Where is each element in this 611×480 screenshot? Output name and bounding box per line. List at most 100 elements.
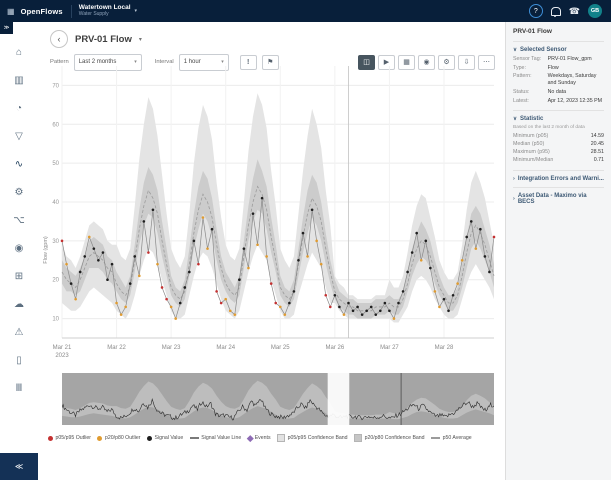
data-point[interactable] bbox=[438, 306, 441, 309]
data-point[interactable] bbox=[434, 290, 437, 293]
sidebar-item-monitoring[interactable]: ◉ bbox=[0, 234, 38, 262]
data-point[interactable] bbox=[334, 294, 337, 297]
data-point[interactable] bbox=[315, 240, 318, 243]
data-point[interactable] bbox=[252, 212, 255, 215]
org-selector[interactable]: Watertown Local Water Supply bbox=[79, 5, 131, 17]
data-point[interactable] bbox=[74, 298, 77, 301]
back-button[interactable]: ‹ bbox=[50, 30, 68, 48]
data-point[interactable] bbox=[83, 255, 86, 258]
data-point[interactable] bbox=[447, 310, 450, 313]
data-point[interactable] bbox=[197, 263, 200, 266]
data-point[interactable] bbox=[138, 275, 141, 278]
data-point[interactable] bbox=[65, 263, 68, 266]
sidebar-item-alerts[interactable]: ⚠ bbox=[0, 318, 38, 346]
data-point[interactable] bbox=[365, 310, 368, 313]
data-point[interactable] bbox=[443, 298, 446, 301]
data-point[interactable] bbox=[229, 310, 232, 313]
sidebar-item-tools[interactable]: ⚙ bbox=[0, 178, 38, 206]
data-point[interactable] bbox=[133, 255, 136, 258]
data-point[interactable] bbox=[324, 294, 327, 297]
data-point[interactable] bbox=[215, 290, 218, 293]
data-point[interactable] bbox=[356, 306, 359, 309]
data-point[interactable] bbox=[415, 232, 418, 235]
data-point[interactable] bbox=[475, 247, 478, 250]
section-selected-sensor[interactable]: ∨ Selected Sensor bbox=[513, 47, 604, 53]
data-point[interactable] bbox=[397, 302, 400, 305]
sidebar-collapse-button[interactable]: ≪ bbox=[0, 453, 38, 480]
trend-chart[interactable]: 10203040506070Mar 212023Mar 22Mar 23Mar … bbox=[44, 56, 500, 373]
section-asset-data[interactable]: › Asset Data - Maximo via BECS bbox=[513, 193, 604, 205]
data-point[interactable] bbox=[106, 278, 109, 281]
data-point[interactable] bbox=[384, 302, 387, 305]
sidebar-item-home[interactable]: ⌂ bbox=[0, 38, 38, 66]
data-point[interactable] bbox=[465, 236, 468, 239]
sidebar-item-dashboards[interactable]: ▥ bbox=[0, 66, 38, 94]
data-point[interactable] bbox=[79, 271, 82, 274]
data-point[interactable] bbox=[352, 310, 355, 313]
data-point[interactable] bbox=[143, 220, 146, 223]
data-point[interactable] bbox=[379, 310, 382, 313]
sidebar-item-cloud-services[interactable]: ☁ bbox=[0, 290, 38, 318]
data-point[interactable] bbox=[452, 294, 455, 297]
data-point[interactable] bbox=[247, 267, 250, 270]
data-point[interactable] bbox=[124, 306, 127, 309]
data-point[interactable] bbox=[420, 259, 423, 262]
org-caret-icon[interactable]: ▾ bbox=[135, 8, 138, 14]
app-launcher-icon[interactable]: ▦ bbox=[7, 7, 15, 16]
data-point[interactable] bbox=[493, 236, 496, 239]
data-point[interactable] bbox=[202, 216, 205, 219]
sidebar-expand-button[interactable]: ≫ bbox=[0, 22, 13, 34]
data-point[interactable] bbox=[456, 282, 459, 285]
data-point[interactable] bbox=[261, 197, 264, 200]
data-point[interactable] bbox=[293, 290, 296, 293]
sidebar-item-assets[interactable]: ▯ bbox=[0, 346, 38, 374]
legend-item[interactable]: p05/p95 Confidence Band bbox=[277, 434, 348, 442]
data-point[interactable] bbox=[120, 313, 123, 316]
legend-item[interactable]: p50 Average bbox=[431, 435, 472, 441]
data-point[interactable] bbox=[220, 302, 223, 305]
data-point[interactable] bbox=[129, 282, 132, 285]
legend-item[interactable]: p05/p95 Outlier bbox=[48, 435, 91, 441]
title-caret-icon[interactable]: ▾ bbox=[139, 36, 142, 43]
data-point[interactable] bbox=[170, 306, 173, 309]
support-phone-icon[interactable]: ☎ bbox=[569, 7, 580, 16]
sidebar-item-facilities[interactable]: Ⅲ bbox=[0, 374, 38, 402]
data-point[interactable] bbox=[484, 255, 487, 258]
data-point[interactable] bbox=[284, 313, 287, 316]
data-point[interactable] bbox=[306, 255, 309, 258]
data-point[interactable] bbox=[370, 306, 373, 309]
legend-item[interactable]: Signal Value Line bbox=[190, 435, 242, 441]
data-point[interactable] bbox=[88, 236, 91, 239]
data-point[interactable] bbox=[338, 306, 341, 309]
data-point[interactable] bbox=[329, 306, 332, 309]
data-point[interactable] bbox=[429, 267, 432, 270]
data-point[interactable] bbox=[288, 302, 291, 305]
data-point[interactable] bbox=[265, 255, 268, 258]
data-point[interactable] bbox=[406, 271, 409, 274]
data-point[interactable] bbox=[279, 306, 282, 309]
legend-item[interactable]: Signal Value bbox=[147, 435, 183, 441]
data-point[interactable] bbox=[211, 228, 214, 231]
data-point[interactable] bbox=[424, 240, 427, 243]
data-point[interactable] bbox=[156, 263, 159, 266]
data-point[interactable] bbox=[374, 313, 377, 316]
data-point[interactable] bbox=[411, 251, 414, 254]
data-point[interactable] bbox=[224, 298, 227, 301]
data-point[interactable] bbox=[461, 259, 464, 262]
data-point[interactable] bbox=[165, 298, 168, 301]
data-point[interactable] bbox=[243, 247, 246, 250]
data-point[interactable] bbox=[61, 240, 64, 243]
data-point[interactable] bbox=[274, 302, 277, 305]
data-point[interactable] bbox=[270, 282, 273, 285]
data-point[interactable] bbox=[234, 313, 237, 316]
data-point[interactable] bbox=[361, 313, 364, 316]
sidebar-item-gauges[interactable]: ◔ bbox=[0, 94, 38, 122]
data-point[interactable] bbox=[479, 228, 482, 231]
sidebar-item-data-tables[interactable]: ⊞ bbox=[0, 262, 38, 290]
data-point[interactable] bbox=[488, 271, 491, 274]
data-point[interactable] bbox=[183, 286, 186, 289]
data-point[interactable] bbox=[311, 208, 314, 211]
data-point[interactable] bbox=[193, 240, 196, 243]
data-point[interactable] bbox=[256, 243, 259, 246]
data-point[interactable] bbox=[93, 247, 96, 250]
